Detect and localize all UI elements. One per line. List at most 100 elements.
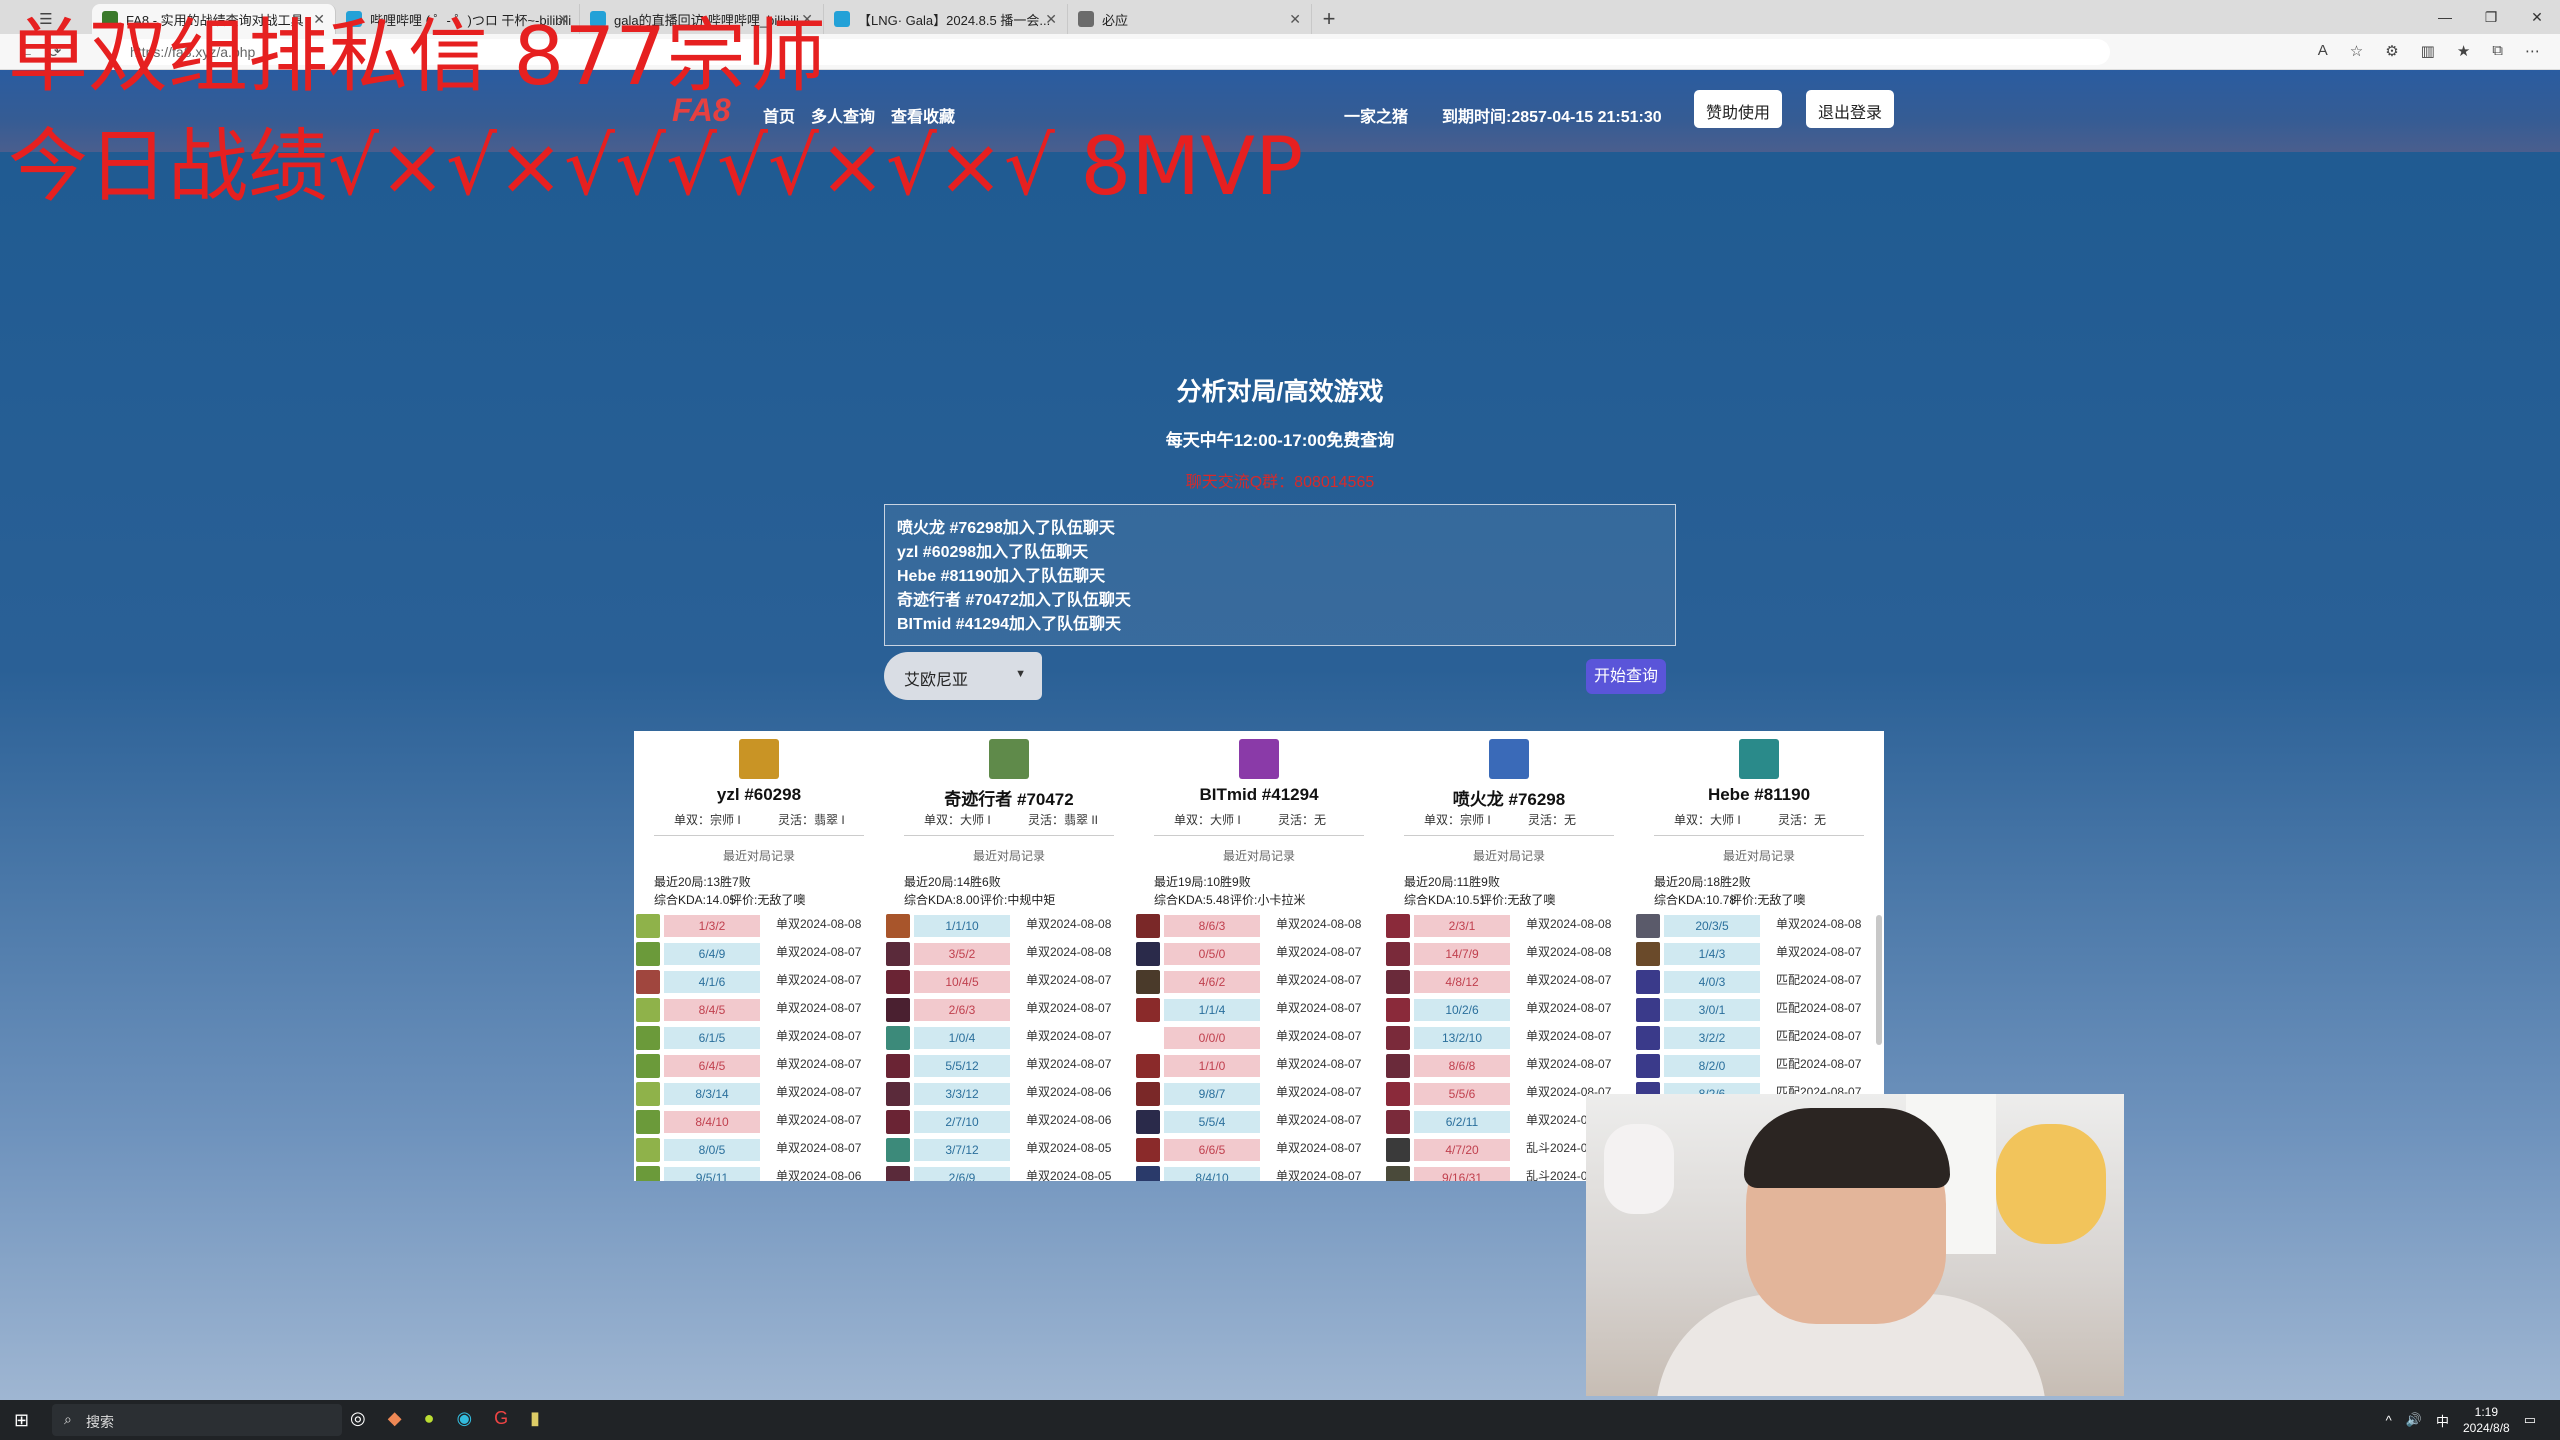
match-row[interactable]: 5/5/12 单双2024-08-07 [884, 1053, 1134, 1079]
close-icon[interactable]: ✕ [1289, 11, 1301, 28]
windows-start-icon[interactable]: ⊞ [14, 1410, 29, 1431]
match-row[interactable]: 9/8/7 单双2024-08-07 [1134, 1081, 1384, 1107]
match-row[interactable]: 2/3/1 单双2024-08-08 [1384, 913, 1634, 939]
match-row[interactable]: 3/2/2 匹配2024-08-07 [1634, 1025, 1884, 1051]
player-avatar[interactable] [1239, 739, 1279, 779]
match-row[interactable]: 8/6/8 单双2024-08-07 [1384, 1053, 1634, 1079]
match-row[interactable]: 4/8/12 单双2024-08-07 [1384, 969, 1634, 995]
read-aloud-icon[interactable]: A [2318, 42, 2328, 60]
more-icon[interactable]: ⋯ [2525, 42, 2540, 60]
player-name[interactable]: 奇迹行者 #70472 [884, 785, 1134, 810]
match-row[interactable]: 8/3/14 单双2024-08-07 [634, 1081, 884, 1107]
match-kda: 3/2/2 [1664, 1027, 1760, 1049]
clock[interactable]: 1:19 2024/8/8 [2463, 1404, 2510, 1436]
match-row[interactable]: 8/4/5 单双2024-08-07 [634, 997, 884, 1023]
match-type-date: 单双2024-08-07 [776, 1001, 862, 1015]
match-row[interactable]: 3/0/1 匹配2024-08-07 [1634, 997, 1884, 1023]
player-avatar[interactable] [739, 739, 779, 779]
minimize-button[interactable]: — [2422, 0, 2468, 34]
match-row[interactable]: 1/4/3 单双2024-08-07 [1634, 941, 1884, 967]
close-icon[interactable]: ✕ [1045, 11, 1057, 28]
match-row[interactable]: 8/2/0 匹配2024-08-07 [1634, 1053, 1884, 1079]
match-row[interactable]: 2/7/10 单双2024-08-06 [884, 1109, 1134, 1135]
match-kda: 5/5/4 [1164, 1111, 1260, 1133]
match-row[interactable]: 1/0/4 单双2024-08-07 [884, 1025, 1134, 1051]
match-type-date: 单双2024-08-07 [1026, 973, 1112, 987]
match-row[interactable]: 14/7/9 单双2024-08-08 [1384, 941, 1634, 967]
player-avatar[interactable] [1489, 739, 1529, 779]
ime-indicator[interactable]: 中 [2436, 1411, 2449, 1430]
app-icon[interactable]: G [494, 1408, 508, 1429]
player-name[interactable]: 喷火龙 #76298 [1384, 785, 1634, 810]
app-icon[interactable]: ▮ [530, 1408, 540, 1429]
match-row[interactable]: 2/6/9 单双2024-08-05 [884, 1165, 1134, 1181]
webcam-feed [1586, 1094, 2124, 1396]
player-avatar[interactable] [1739, 739, 1779, 779]
match-row[interactable]: 13/2/10 单双2024-08-07 [1384, 1025, 1634, 1051]
match-row[interactable]: 4/0/3 匹配2024-08-07 [1634, 969, 1884, 995]
match-row[interactable]: 4/1/6 单双2024-08-07 [634, 969, 884, 995]
match-row[interactable]: 20/3/5 单双2024-08-08 [1634, 913, 1884, 939]
new-tab-button[interactable]: + [1312, 4, 1346, 34]
notification-icon[interactable]: ▭ [2524, 1412, 2536, 1428]
match-row[interactable]: 6/4/9 单双2024-08-07 [634, 941, 884, 967]
task-view-icon[interactable]: ◎ [350, 1408, 366, 1429]
sponsor-button[interactable]: 赞助使用 [1694, 90, 1783, 128]
match-row[interactable]: 5/5/4 单双2024-08-07 [1134, 1109, 1384, 1135]
match-type-date: 单双2024-08-06 [776, 1169, 862, 1181]
match-row[interactable]: 8/0/5 单双2024-08-07 [634, 1137, 884, 1163]
player-name[interactable]: yzl #60298 [634, 785, 884, 805]
collections-icon[interactable]: ⧉ [2492, 42, 2503, 60]
browser-tab[interactable]: 必应 ✕ [1068, 4, 1312, 34]
match-row[interactable]: 1/1/4 单双2024-08-07 [1134, 997, 1384, 1023]
match-row[interactable]: 6/6/5 单双2024-08-07 [1134, 1137, 1384, 1163]
split-screen-icon[interactable]: ▥ [2421, 42, 2435, 60]
region-select[interactable]: 艾欧尼亚 ▼ [884, 652, 1042, 700]
champion-icon [1386, 914, 1410, 938]
match-row[interactable]: 3/3/12 单双2024-08-06 [884, 1081, 1134, 1107]
start-query-button[interactable]: 开始查询 [1586, 659, 1666, 694]
favorite-star-icon[interactable]: ☆ [2350, 42, 2363, 60]
player-name[interactable]: Hebe #81190 [1634, 785, 1884, 805]
match-row[interactable]: 0/0/0 单双2024-08-07 [1134, 1025, 1384, 1051]
match-row[interactable]: 8/4/10 单双2024-08-07 [1134, 1165, 1384, 1181]
match-row[interactable]: 0/5/0 单双2024-08-07 [1134, 941, 1384, 967]
close-window-button[interactable]: ✕ [2514, 0, 2560, 34]
match-row[interactable]: 3/5/2 单双2024-08-08 [884, 941, 1134, 967]
player-avatar[interactable] [989, 739, 1029, 779]
team-chat-input[interactable]: 喷火龙 #76298加入了队伍聊天 yzl #60298加入了队伍聊天 Hebe… [884, 504, 1676, 646]
match-row[interactable]: 3/7/12 单双2024-08-05 [884, 1137, 1134, 1163]
volume-icon[interactable]: 🔊 [2406, 1412, 2422, 1428]
match-row[interactable]: 1/1/0 单双2024-08-07 [1134, 1053, 1384, 1079]
match-type-date: 单双2024-08-06 [1026, 1085, 1112, 1099]
app-icon[interactable]: ◆ [388, 1408, 402, 1429]
match-row[interactable]: 1/1/10 单双2024-08-08 [884, 913, 1134, 939]
solo-rank: 单双：宗师 I [1424, 813, 1491, 827]
champion-icon [1386, 1138, 1410, 1162]
match-kda: 3/3/12 [914, 1083, 1010, 1105]
match-row[interactable]: 10/2/6 单双2024-08-07 [1384, 997, 1634, 1023]
tray-expand-icon[interactable]: ^ [2386, 1413, 2392, 1428]
player-rating: 评价:无敌了噢 [1480, 893, 1556, 907]
match-row[interactable]: 8/6/3 单双2024-08-08 [1134, 913, 1384, 939]
match-type-date: 单双2024-08-07 [1276, 1169, 1362, 1181]
match-row[interactable]: 1/3/2 单双2024-08-08 [634, 913, 884, 939]
match-row[interactable]: 10/4/5 单双2024-08-07 [884, 969, 1134, 995]
app-icon[interactable]: ● [424, 1408, 435, 1429]
maximize-button[interactable]: ❐ [2468, 0, 2514, 34]
favorites-icon[interactable]: ★ [2457, 42, 2470, 60]
match-row[interactable]: 6/4/5 单双2024-08-07 [634, 1053, 884, 1079]
match-row[interactable]: 8/4/10 单双2024-08-07 [634, 1109, 884, 1135]
browser-tab[interactable]: 【LNG· Gala】2024.8.5 播一会... ✕ [824, 4, 1068, 34]
logout-button[interactable]: 退出登录 [1806, 90, 1895, 128]
extensions-icon[interactable]: ⚙ [2385, 42, 2398, 60]
taskbar-search[interactable]: ⌕ 搜索 [52, 1404, 342, 1436]
edge-browser-icon[interactable]: ◉ [456, 1408, 472, 1429]
player-name[interactable]: BITmid #41294 [1134, 785, 1384, 805]
match-row[interactable]: 9/5/11 单双2024-08-06 [634, 1165, 884, 1181]
match-kda: 5/5/12 [914, 1055, 1010, 1077]
match-row[interactable]: 2/6/3 单双2024-08-07 [884, 997, 1134, 1023]
match-row[interactable]: 6/1/5 单双2024-08-07 [634, 1025, 884, 1051]
toolbar-icons: A ☆ ⚙ ▥ ★ ⧉ ⋯ [2318, 42, 2540, 60]
match-row[interactable]: 4/6/2 单双2024-08-07 [1134, 969, 1384, 995]
